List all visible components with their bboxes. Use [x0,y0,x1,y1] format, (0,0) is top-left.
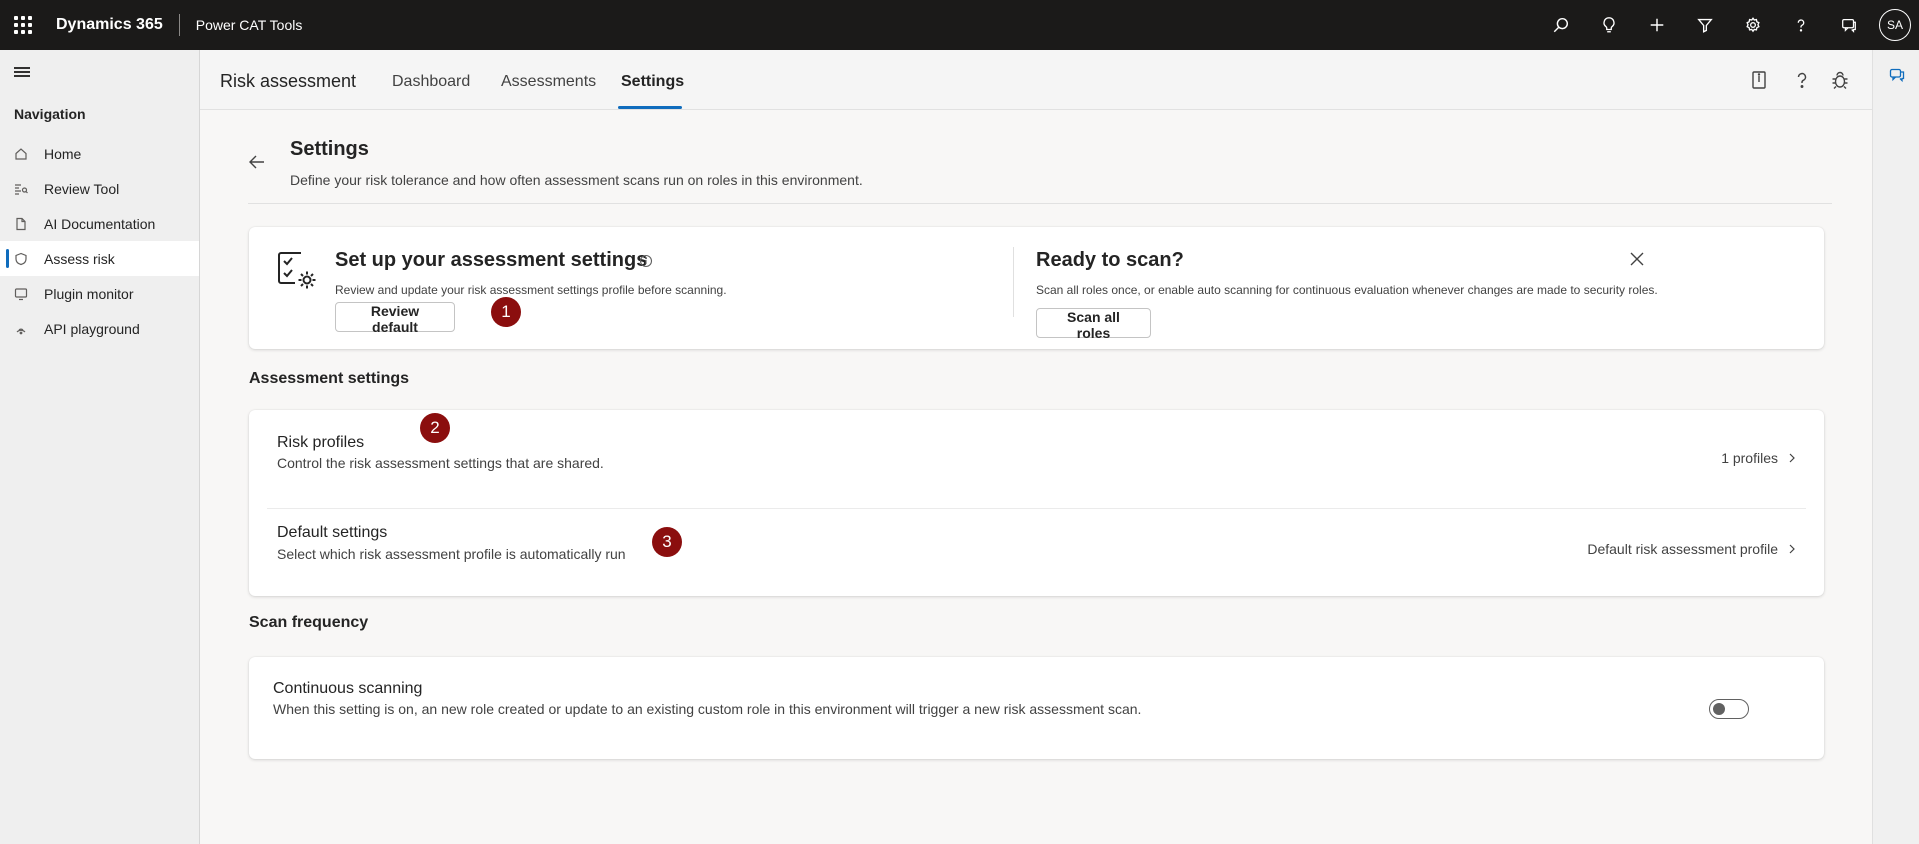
divider [248,203,1832,204]
annotation-marker-2: 2 [420,413,450,443]
home-icon [14,147,28,161]
row-description: Select which risk assessment profile is … [277,546,626,562]
back-arrow-icon[interactable] [248,154,266,175]
card-divider [1013,247,1014,317]
filter-icon[interactable] [1681,0,1729,50]
hamburger-menu-icon[interactable] [0,50,199,94]
row-value[interactable]: Default risk assessment profile [1587,541,1796,557]
nav-item-api-playground[interactable]: API playground [0,311,199,346]
nav-item-label: API playground [44,320,140,337]
help-icon[interactable] [1777,0,1825,50]
review-icon [14,182,28,196]
nav-title: Navigation [14,106,86,122]
search-icon[interactable] [1537,0,1585,50]
nav-item-label: Home [44,145,82,162]
annotation-marker-3: 3 [652,527,682,557]
user-avatar[interactable]: SA [1879,9,1911,41]
nav-item-plugin-monitor[interactable]: Plugin monitor [0,276,199,311]
scan-all-roles-button[interactable]: Scan all roles [1036,308,1151,341]
api-icon [14,322,28,336]
chevron-right-icon [1789,544,1795,554]
ready-to-scan-title: Ready to scan? [1036,249,1184,271]
nav-item-label: Assess risk [44,250,115,267]
app-header: Risk assessment Dashboard Assessments Se… [200,50,1872,110]
nav-item-ai-documentation[interactable]: AI Documentation [0,206,199,241]
right-rail [1872,50,1919,844]
settings-checklist-icon [275,249,316,289]
plus-icon[interactable] [1633,0,1681,50]
book-icon[interactable] [1747,68,1771,92]
chat-icon[interactable] [1825,0,1873,50]
nav-item-home[interactable]: Home [0,136,199,171]
brand-divider [178,14,180,36]
page-description: Define your risk tolerance and how often… [290,172,863,188]
continuous-scanning-toggle[interactable] [1709,699,1749,719]
main-content: Settings Define your risk tolerance and … [200,110,1872,844]
row-divider [267,508,1806,509]
info-icon[interactable] [639,254,653,273]
ready-to-scan-description: Scan all roles once, or enable auto scan… [1036,283,1658,297]
copilot-chat-icon[interactable] [1873,50,1919,100]
app-title: Risk assessment [220,71,357,91]
tab-assessments[interactable]: Assessments [501,73,596,91]
row-value[interactable]: 1 profiles [1721,450,1796,466]
continuous-scanning-description: When this setting is on, an new role cre… [273,701,1142,717]
left-navigation: Navigation Home Review Tool AI Documenta… [0,50,200,844]
bug-icon[interactable] [1828,68,1852,92]
setup-banner-card: Set up your assessment settings Review a… [249,227,1824,349]
row-description: Control the risk assessment settings tha… [277,455,604,471]
lightbulb-icon[interactable] [1585,0,1633,50]
monitor-icon [14,287,28,301]
nav-item-review-tool[interactable]: Review Tool [0,171,199,206]
review-default-button[interactable]: Review default [335,302,455,335]
top-bar: Dynamics 365 Power CAT Tools SA [0,0,1919,50]
assessment-settings-card: Risk profiles Control the risk assessmen… [249,410,1824,596]
row-title: Risk profiles [277,434,365,451]
nav-item-label: Review Tool [44,180,120,197]
setup-title: Set up your assessment settings [335,249,648,271]
page-title: Settings [290,138,369,160]
active-tab-indicator [618,106,682,109]
app-launcher-icon[interactable] [0,0,46,50]
nav-item-label: Plugin monitor [44,285,134,302]
shield-icon [14,252,28,266]
scan-frequency-heading: Scan frequency [249,614,369,631]
toggle-knob [1713,703,1725,715]
tab-dashboard[interactable]: Dashboard [392,73,470,91]
tab-settings[interactable]: Settings [621,73,684,91]
annotation-marker-1: 1 [491,297,521,327]
app-name[interactable]: Power CAT Tools [196,17,303,33]
gear-icon[interactable] [1729,0,1777,50]
row-value-text: Default risk assessment profile [1587,541,1778,557]
scan-frequency-card: Continuous scanning When this setting is… [249,657,1824,759]
nav-item-label: AI Documentation [44,215,156,232]
row-value-text: 1 profiles [1721,450,1778,466]
continuous-scanning-title: Continuous scanning [273,680,423,697]
close-icon[interactable] [1629,251,1645,272]
document-icon [14,217,28,231]
assessment-settings-heading: Assessment settings [249,370,410,387]
row-title: Default settings [277,524,388,541]
nav-item-assess-risk[interactable]: Assess risk [0,241,199,276]
chevron-right-icon [1789,453,1795,463]
brand-name[interactable]: Dynamics 365 [56,16,163,34]
setup-description: Review and update your risk assessment s… [335,283,727,297]
help-icon[interactable] [1790,68,1814,92]
